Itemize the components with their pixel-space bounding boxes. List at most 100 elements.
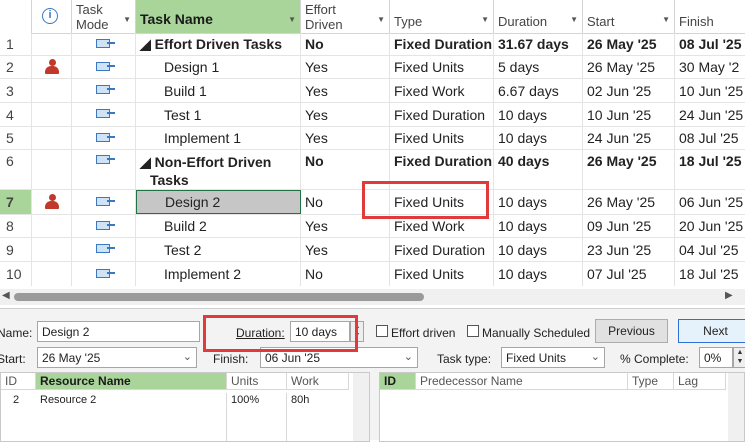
percent-complete-spinner[interactable]: ▲ ▼ (733, 347, 745, 368)
task-name-cell[interactable]: Design 2 (136, 190, 301, 214)
duration-cell[interactable]: 5 days (494, 56, 583, 78)
table-row[interactable]: 2 Design 1 Yes Fixed Units 5 days 26 May… (0, 56, 745, 79)
chevron-down-icon[interactable]: ▼ (662, 12, 670, 27)
effort-driven-cell[interactable]: Yes (301, 127, 390, 149)
task-mode-cell[interactable] (72, 150, 136, 189)
type-cell[interactable]: Fixed Units (390, 56, 494, 78)
resource-name-cell[interactable]: Resource 2 (36, 393, 227, 441)
finish-cell[interactable]: 24 Jun '25 (675, 103, 745, 126)
finish-header[interactable]: Finish (675, 0, 745, 33)
row-id[interactable]: 3 (0, 79, 32, 102)
task-name-cell[interactable]: Design 1 (136, 56, 301, 78)
start-cell[interactable]: 26 May '25 (583, 150, 675, 189)
row-id[interactable]: 2 (0, 56, 32, 78)
resource-id-header[interactable]: ID (1, 373, 36, 390)
predecessor-id-header[interactable]: ID (380, 373, 416, 390)
duration-cell[interactable]: 10 days (494, 127, 583, 149)
duration-header[interactable]: Duration ▼ (494, 0, 583, 33)
task-mode-cell[interactable] (72, 190, 136, 214)
finish-cell[interactable]: 30 May '2 (675, 56, 745, 78)
type-cell[interactable]: Fixed Units (390, 127, 494, 149)
chevron-down-icon[interactable]: ▼ (123, 12, 131, 27)
resources-scrollbar[interactable] (353, 373, 369, 441)
resource-units-header[interactable]: Units (227, 373, 287, 390)
row-id[interactable]: 4 (0, 103, 32, 126)
effort-driven-cell[interactable]: Yes (301, 56, 390, 78)
chevron-down-icon[interactable]: ▼ (570, 12, 578, 27)
task-mode-cell[interactable] (72, 103, 136, 126)
start-cell[interactable]: 26 May '25 (583, 56, 675, 78)
resource-work-header[interactable]: Work (287, 373, 349, 390)
task-name-cell[interactable]: ◢ Non-Effort Driven Tasks (136, 150, 301, 189)
task-name-cell[interactable]: Test 2 (136, 238, 301, 261)
duration-cell[interactable]: 10 days (494, 215, 583, 237)
scroll-left-icon[interactable]: ◀ (2, 290, 10, 301)
type-cell[interactable]: Fixed Units (390, 262, 494, 286)
duration-cell[interactable]: 10 days (494, 190, 583, 214)
start-cell[interactable]: 24 Jun '25 (583, 127, 675, 149)
scrollbar-thumb[interactable] (14, 293, 424, 301)
predecessor-lag-header[interactable]: Lag (674, 373, 726, 390)
table-row[interactable]: 10 Implement 2 No Fixed Units 10 days 07… (0, 262, 745, 286)
resource-units-cell[interactable]: 100% (227, 393, 287, 441)
chevron-down-icon[interactable]: ⌄ (591, 350, 600, 363)
task-mode-header[interactable]: Task Mode ▼ (72, 0, 136, 33)
effort-driven-cell[interactable]: Yes (301, 79, 390, 102)
chevron-down-icon[interactable]: ▼ (377, 12, 385, 27)
indicators-header[interactable]: i (32, 0, 72, 33)
scroll-right-icon[interactable]: ▶ (725, 290, 733, 301)
task-mode-cell[interactable] (72, 33, 136, 55)
duration-cell[interactable]: 10 days (494, 103, 583, 126)
start-cell[interactable]: 02 Jun '25 (583, 79, 675, 102)
duration-cell[interactable]: 31.67 days (494, 33, 583, 55)
duration-cell[interactable]: 10 days (494, 238, 583, 261)
duration-cell[interactable]: 10 days (494, 262, 583, 286)
start-cell[interactable]: 09 Jun '25 (583, 215, 675, 237)
duration-cell[interactable]: 40 days (494, 150, 583, 189)
finish-cell[interactable]: 20 Jun '25 (675, 215, 745, 237)
row-id[interactable]: 7 (0, 190, 32, 214)
effort-driven-cell[interactable]: No (301, 262, 390, 286)
task-name-cell[interactable]: Implement 2 (136, 262, 301, 286)
finish-cell[interactable]: 18 Jul '25 (675, 262, 745, 286)
table-row[interactable]: 1 ◢ Effort Driven Tasks No Fixed Duratio… (0, 33, 745, 56)
chevron-down-icon[interactable]: ▼ (481, 12, 489, 27)
row-id[interactable]: 6 (0, 150, 32, 189)
row-id-header[interactable] (0, 0, 32, 33)
chevron-down-icon[interactable]: ⌄ (183, 350, 192, 363)
type-cell[interactable]: Fixed Work (390, 79, 494, 102)
type-cell[interactable]: Fixed Duration (390, 33, 494, 55)
task-mode-cell[interactable] (72, 56, 136, 78)
finish-cell[interactable]: 08 Jul '25 (675, 33, 745, 55)
task-type-select[interactable]: Fixed Units ⌄ (501, 347, 605, 368)
name-input[interactable]: Design 2 (37, 321, 200, 342)
horizontal-scrollbar[interactable]: ◀ ▶ (0, 289, 745, 305)
row-id[interactable]: 1 (0, 33, 32, 55)
resource-id-cell[interactable]: 2 (9, 393, 23, 407)
row-id[interactable]: 8 (0, 215, 32, 237)
percent-complete-input[interactable]: 0% (699, 347, 733, 368)
task-name-header[interactable]: Task Name ▼ (136, 0, 301, 33)
task-name-cell[interactable]: Build 1 (136, 79, 301, 102)
finish-cell[interactable]: 06 Jun '25 (675, 190, 745, 214)
table-row[interactable]: 4 Test 1 Yes Fixed Duration 10 days 10 J… (0, 103, 745, 127)
task-name-cell[interactable]: Implement 1 (136, 127, 301, 149)
row-id[interactable]: 10 (0, 262, 32, 286)
duration-cell[interactable]: 6.67 days (494, 79, 583, 102)
effort-driven-checkbox[interactable] (376, 325, 388, 337)
start-cell[interactable]: 23 Jun '25 (583, 238, 675, 261)
type-cell[interactable]: Fixed Duration (390, 238, 494, 261)
row-id[interactable]: 5 (0, 127, 32, 149)
type-cell[interactable]: Fixed Duration (390, 103, 494, 126)
chevron-down-icon[interactable]: ⌄ (404, 350, 413, 363)
task-mode-cell[interactable] (72, 262, 136, 286)
task-name-cell[interactable]: Build 2 (136, 215, 301, 237)
task-mode-cell[interactable] (72, 215, 136, 237)
task-mode-cell[interactable] (72, 79, 136, 102)
resource-work-cell[interactable]: 80h (287, 393, 313, 407)
predecessor-type-header[interactable]: Type (628, 373, 674, 390)
type-header[interactable]: Type ▼ (390, 0, 494, 33)
effort-driven-cell[interactable]: Yes (301, 238, 390, 261)
effort-driven-cell[interactable]: Yes (301, 103, 390, 126)
start-cell[interactable]: 10 Jun '25 (583, 103, 675, 126)
